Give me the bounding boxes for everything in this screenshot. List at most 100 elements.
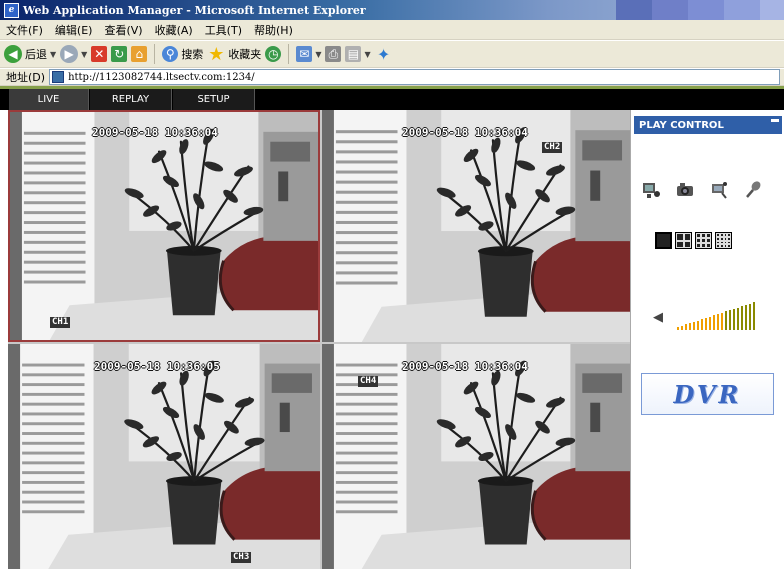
camera-1-timestamp: 2009-05-18 10:36:04 bbox=[92, 126, 218, 139]
volume-bar bbox=[745, 304, 747, 330]
camera-3-channel: CH3 bbox=[231, 552, 252, 563]
panel-header: PLAY CONTROL bbox=[634, 116, 782, 134]
mail-icon: ✉ bbox=[296, 46, 313, 62]
split-9-icon[interactable] bbox=[695, 232, 712, 249]
volume-bar bbox=[693, 321, 695, 330]
volume-bar bbox=[729, 310, 731, 330]
microphone-icon[interactable] bbox=[741, 178, 765, 202]
camera-view-4[interactable]: 2009-05-18 10:36:04 CH4 bbox=[322, 344, 630, 569]
chevron-down-icon: ▼ bbox=[315, 49, 322, 59]
address-label: 地址(D) bbox=[6, 71, 46, 84]
volume-bar bbox=[733, 308, 735, 330]
dvr-tab-bar: LIVE REPLAY SETUP bbox=[0, 89, 784, 110]
favorites-label: 收藏夹 bbox=[228, 48, 262, 61]
volume-bar bbox=[697, 320, 699, 330]
camera-4-channel: CH4 bbox=[358, 376, 379, 387]
ie-icon: e bbox=[4, 2, 19, 18]
document-icon: ▤ bbox=[345, 46, 362, 62]
dvr-logo: DVR bbox=[641, 373, 774, 415]
forward-button[interactable]: ▶ ▼ bbox=[60, 45, 87, 63]
menu-favorites[interactable]: 收藏(A) bbox=[155, 22, 193, 38]
window-title-bar: e Web Application Manager - Microsoft In… bbox=[0, 0, 784, 20]
window-title: Web Application Manager - Microsoft Inte… bbox=[23, 3, 366, 17]
menu-edit[interactable]: 编辑(E) bbox=[55, 22, 93, 38]
volume-bar bbox=[677, 327, 679, 330]
split-mode-row bbox=[655, 232, 735, 249]
panel-title: PLAY CONTROL bbox=[639, 119, 724, 131]
camera-2-channel: CH2 bbox=[542, 142, 563, 153]
volume-bar bbox=[717, 314, 719, 330]
favorites-button[interactable]: ★ 收藏夹 bbox=[207, 43, 262, 65]
history-icon[interactable]: ◷ bbox=[265, 46, 282, 62]
menu-file[interactable]: 文件(F) bbox=[6, 22, 43, 38]
star-icon: ★ bbox=[208, 43, 225, 65]
camera-view-3[interactable]: 2009-05-18 10:36:05 CH3 bbox=[8, 344, 320, 569]
play-control-panel: PLAY CONTROL ◀ DVR bbox=[630, 110, 784, 569]
volume-slider[interactable] bbox=[677, 300, 755, 330]
search-icon: ⚲ bbox=[162, 46, 179, 62]
talk-icon[interactable] bbox=[707, 178, 731, 202]
volume-bar bbox=[713, 315, 715, 330]
page-icon bbox=[52, 71, 65, 83]
speaker-icon[interactable]: ◀ bbox=[653, 310, 663, 325]
camera-view-2[interactable]: 2009-05-18 10:36:04 CH2 bbox=[322, 110, 630, 342]
print-icon[interactable]: ⎙ bbox=[325, 46, 342, 62]
tab-setup[interactable]: SETUP bbox=[173, 89, 255, 110]
split-16-icon[interactable] bbox=[715, 232, 732, 249]
volume-bar bbox=[721, 312, 723, 330]
menu-help[interactable]: 帮助(H) bbox=[254, 22, 293, 38]
volume-bar bbox=[753, 302, 755, 330]
address-bar: 地址(D) http://1123082744.ltsectv.com:1234… bbox=[0, 69, 784, 86]
split-1-icon[interactable] bbox=[655, 232, 672, 249]
toolbar-separator bbox=[288, 44, 290, 64]
camera-grid: 2009-05-18 10:36:04 CH1 2009-05-18 10:36… bbox=[8, 110, 630, 569]
forward-arrow-icon: ▶ bbox=[60, 45, 79, 63]
tab-live[interactable]: LIVE bbox=[9, 89, 89, 110]
volume-bar bbox=[689, 323, 691, 330]
toolbar-separator bbox=[154, 44, 156, 64]
mail-button[interactable]: ✉ ▼ bbox=[296, 46, 321, 62]
chevron-down-icon: ▼ bbox=[364, 49, 371, 59]
messenger-icon[interactable]: ✦ bbox=[375, 45, 393, 64]
volume-bar bbox=[741, 306, 743, 330]
camera-2-feed bbox=[322, 110, 630, 342]
camera-view-1[interactable]: 2009-05-18 10:36:04 CH1 bbox=[8, 110, 320, 342]
split-4-icon[interactable] bbox=[675, 232, 692, 249]
volume-bar bbox=[685, 324, 687, 330]
back-button[interactable]: ◀ 后退 ▼ bbox=[4, 45, 56, 63]
control-icons-row bbox=[639, 178, 765, 202]
back-label: 后退 bbox=[25, 48, 47, 61]
record-icon[interactable] bbox=[639, 178, 663, 202]
volume-bar bbox=[737, 307, 739, 330]
volume-bar bbox=[701, 319, 703, 330]
chevron-down-icon: ▼ bbox=[50, 49, 57, 59]
stop-icon[interactable]: ✕ bbox=[91, 46, 108, 62]
camera-4-timestamp: 2009-05-18 10:36:04 bbox=[402, 360, 528, 373]
chevron-down-icon: ▼ bbox=[81, 49, 88, 59]
menu-tools[interactable]: 工具(T) bbox=[205, 22, 242, 38]
camera-1-channel: CH1 bbox=[50, 317, 71, 328]
volume-bar bbox=[749, 303, 751, 330]
camera-3-feed bbox=[8, 344, 320, 569]
search-label: 搜索 bbox=[181, 48, 204, 61]
home-icon[interactable]: ⌂ bbox=[131, 46, 148, 62]
menu-view[interactable]: 查看(V) bbox=[104, 22, 142, 38]
browser-toolbar: ◀ 后退 ▼ ▶ ▼ ✕ ↻ ⌂ ⚲ 搜索 ★ 收藏夹 ◷ ✉ ▼ ⎙ ▤ ▼ … bbox=[0, 41, 784, 68]
capture-icon[interactable] bbox=[673, 178, 697, 202]
camera-2-timestamp: 2009-05-18 10:36:04 bbox=[402, 126, 528, 139]
dvr-logo-text: DVR bbox=[673, 379, 742, 409]
volume-bar bbox=[705, 317, 707, 330]
address-url: http://1123082744.ltsectv.com:1234/ bbox=[68, 71, 255, 83]
edit-button[interactable]: ▤ ▼ bbox=[345, 46, 371, 62]
minimize-icon[interactable] bbox=[771, 119, 779, 122]
tab-replay[interactable]: REPLAY bbox=[90, 89, 172, 110]
menu-bar: 文件(F) 编辑(E) 查看(V) 收藏(A) 工具(T) 帮助(H) bbox=[0, 20, 784, 40]
volume-bar bbox=[681, 325, 683, 330]
back-arrow-icon: ◀ bbox=[4, 45, 22, 63]
refresh-icon[interactable]: ↻ bbox=[111, 46, 128, 62]
address-input[interactable]: http://1123082744.ltsectv.com:1234/ bbox=[49, 69, 780, 85]
search-button[interactable]: ⚲ 搜索 bbox=[162, 46, 203, 62]
volume-bar bbox=[709, 316, 711, 330]
camera-3-timestamp: 2009-05-18 10:36:05 bbox=[94, 360, 220, 373]
camera-1-feed bbox=[10, 112, 318, 340]
